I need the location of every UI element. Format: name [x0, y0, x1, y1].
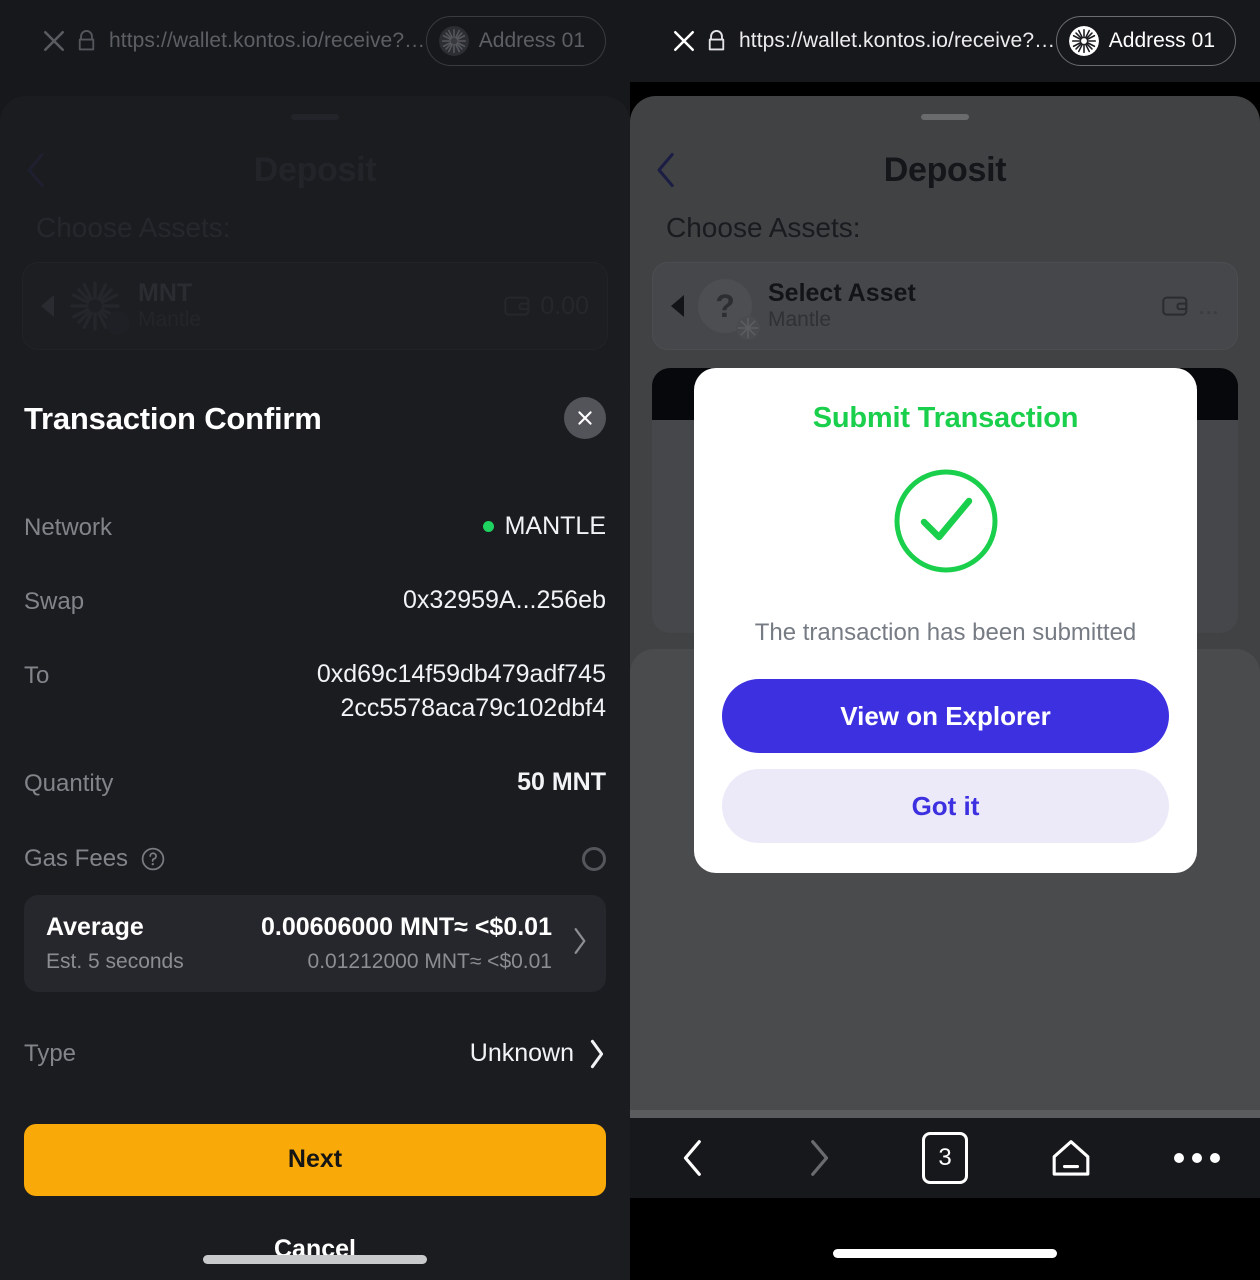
asset-avatar-left — [68, 279, 130, 335]
home-indicator-left — [203, 1255, 427, 1264]
asset-symbol-left: MNT — [138, 279, 193, 308]
close-icon[interactable] — [32, 19, 76, 63]
home-icon — [1052, 1140, 1090, 1176]
address-bar[interactable]: https://wallet.kontos.io/receive?cha... — [706, 29, 1056, 53]
spinner-icon — [582, 846, 606, 871]
gas-fee-primary-line: Average 0.00606000 MNT≈ <$0.01 — [46, 913, 552, 942]
gas-fee-amount: 0.00606000 MNT≈ <$0.01 — [260, 912, 552, 941]
question-mark-icon[interactable] — [140, 846, 166, 872]
asset-balance-left-wrap: 0.00 — [504, 292, 589, 321]
wallet-icon — [504, 296, 530, 316]
gas-fee-amount-alt: 0.01212000 MNT≈ <$0.01 — [307, 949, 552, 973]
nav-back-button[interactable] — [630, 1118, 756, 1198]
row-swap: Swap 0x32959A...256eb — [24, 575, 606, 629]
transaction-confirm-title: Transaction Confirm — [24, 401, 322, 436]
kontos-logo-icon — [438, 26, 469, 56]
chevron-right-icon — [811, 1140, 829, 1176]
success-icon-wrap — [722, 465, 1169, 577]
asset-balance-left: 0.00 — [540, 291, 589, 320]
asset-caret-icon — [41, 295, 54, 317]
gas-fees-label-wrap: Gas Fees — [24, 845, 166, 873]
network-status-dot — [482, 521, 494, 533]
address-pill-label: Address 01 — [1108, 29, 1215, 52]
chain-badge-icon — [106, 311, 130, 335]
address-pill-right[interactable]: Address 01 — [1055, 16, 1236, 66]
close-icon[interactable] — [662, 19, 706, 63]
row-to-key: To — [24, 662, 50, 689]
row-type-key: Type — [24, 1039, 77, 1067]
browser-topbar-right: https://wallet.kontos.io/receive?cha... — [630, 0, 1260, 82]
submit-transaction-title: Submit Transaction — [812, 402, 1079, 434]
nav-home-button[interactable] — [1008, 1118, 1134, 1198]
choose-assets-label-left: Choose Assets: — [36, 212, 231, 243]
address-pill-label: Address 01 — [478, 29, 585, 52]
next-button[interactable]: Next — [24, 1123, 606, 1196]
gesture-area-right — [630, 1198, 1260, 1280]
page-header-left: Deposit — [0, 140, 630, 200]
cancel-button[interactable]: Cancel — [24, 1226, 606, 1274]
browser-topbar-left: https://wallet.kontos.io/receive?cha... — [0, 0, 630, 82]
transaction-confirm-header: Transaction Confirm — [24, 375, 606, 463]
gas-fee-option-card[interactable]: Average 0.00606000 MNT≈ <$0.01 Est. 5 se… — [24, 894, 606, 992]
transaction-confirm-close-button[interactable] — [564, 397, 606, 439]
sheet-grabber — [291, 114, 339, 120]
asset-chain-left: Mantle — [138, 308, 202, 332]
submit-transaction-modal: Submit Transaction The transaction has b… — [694, 368, 1197, 873]
row-to: To 0xd69c14f59db479adf7452cc5578aca79c10… — [24, 649, 606, 735]
chevron-left-icon — [683, 1140, 701, 1176]
more-horizontal-icon — [1174, 1153, 1220, 1163]
gas-fees-header: Gas Fees — [24, 839, 606, 879]
tab-count-badge: 3 — [922, 1132, 968, 1184]
gas-fee-secondary-line: Est. 5 seconds 0.01212000 MNT≈ <$0.01 — [46, 950, 552, 974]
address-bar[interactable]: https://wallet.kontos.io/receive?cha... — [76, 29, 426, 53]
nav-forward-button[interactable] — [756, 1118, 882, 1198]
lock-icon — [76, 29, 97, 53]
dual-screenshot-root: https://wallet.kontos.io/receive?cha... — [0, 0, 1260, 1280]
asset-row-left[interactable]: MNT Mantle 0.00 — [22, 262, 608, 350]
row-network: Network MANTLE — [24, 501, 606, 555]
row-quantity: Quantity 50 MNT — [24, 757, 606, 811]
navbar-top-edge — [630, 1110, 1260, 1118]
browser-navbar: 3 — [630, 1118, 1260, 1198]
row-network-key: Network — [24, 514, 113, 541]
row-quantity-key: Quantity — [24, 769, 114, 797]
right-panel: https://wallet.kontos.io/receive?cha... — [630, 0, 1260, 1280]
lock-icon — [706, 29, 727, 53]
nav-tabs-button[interactable]: 3 — [882, 1118, 1008, 1198]
row-network-value: MANTLE — [504, 512, 606, 540]
view-on-explorer-button[interactable]: View on Explorer — [722, 679, 1169, 753]
gas-fees-label: Gas Fees — [24, 844, 129, 872]
address-pill-left[interactable]: Address 01 — [425, 16, 606, 66]
left-panel: https://wallet.kontos.io/receive?cha... — [0, 0, 630, 1280]
row-to-value: 0xd69c14f59db479adf7452cc5578aca79c102db… — [316, 660, 606, 722]
row-type-value: Unknown — [469, 1039, 574, 1067]
row-type-value-wrap: Unknown — [470, 1039, 606, 1069]
gas-fee-option-body: Average 0.00606000 MNT≈ <$0.01 Est. 5 se… — [46, 913, 552, 974]
nav-menu-button[interactable] — [1134, 1118, 1260, 1198]
page-title-left: Deposit — [253, 150, 377, 189]
close-icon — [578, 411, 592, 425]
row-network-value-wrap: MANTLE — [482, 510, 606, 544]
asset-texts-left: MNT Mantle — [138, 279, 201, 332]
submit-transaction-message: The transaction has been submitted — [754, 619, 1137, 646]
row-swap-value: 0x32959A...256eb — [403, 586, 606, 614]
gas-fee-tier: Average — [46, 912, 144, 941]
row-quantity-value: 50 MNT — [517, 767, 606, 796]
gas-fee-eta: Est. 5 seconds — [46, 949, 184, 973]
kontos-logo-icon — [1068, 26, 1099, 56]
home-indicator-right — [833, 1249, 1057, 1258]
chevron-right-icon — [572, 927, 588, 960]
chevron-right-icon — [590, 1039, 604, 1068]
row-type[interactable]: Type Unknown — [24, 1036, 606, 1072]
row-swap-key: Swap — [24, 588, 85, 615]
url-text: https://wallet.kontos.io/receive?cha... — [739, 29, 1056, 52]
url-text: https://wallet.kontos.io/receive?cha... — [109, 29, 426, 52]
transaction-confirm-sheet: Transaction Confirm Network MANTLE Swap … — [0, 375, 630, 1280]
check-circle-icon — [894, 469, 997, 573]
got-it-button[interactable]: Got it — [722, 769, 1169, 843]
